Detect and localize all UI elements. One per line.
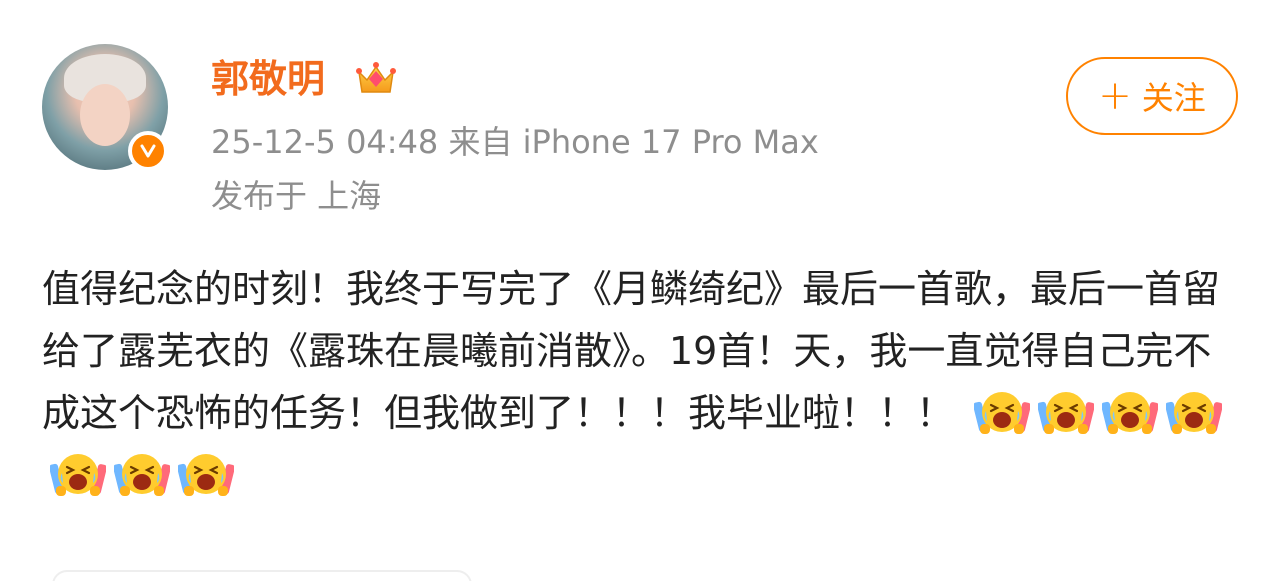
laughing-emoji-icon xyxy=(1038,392,1095,434)
username[interactable]: 郭敬明 xyxy=(211,56,325,102)
laughing-emoji-icon xyxy=(178,454,234,496)
follow-label: 关注 xyxy=(1141,79,1206,117)
post-content: 值得纪念的时刻！我终于写完了《月鳞绮纪》最后一首歌，最后一首留给了露芜衣的《露珠… xyxy=(42,258,1242,506)
laughing-emoji-icon xyxy=(1166,392,1223,434)
avatar-face xyxy=(80,84,130,146)
laughing-emoji-icon xyxy=(50,454,106,496)
laughing-emoji-icon xyxy=(974,392,1031,434)
laughing-emoji-icon xyxy=(114,454,170,496)
weibo-post: 郭敬明 25-12-5 04:48 来自 iPhone 17 Pro Max 发… xyxy=(0,0,1283,581)
v-mark-icon xyxy=(140,144,156,158)
post-location: 发布于 上海 xyxy=(211,177,382,215)
follow-button[interactable]: + 关注 xyxy=(1066,57,1238,135)
bottom-card-edge xyxy=(52,570,472,581)
verified-badge-icon xyxy=(128,131,168,171)
laughing-emoji-icon xyxy=(1102,392,1159,434)
crown-icon xyxy=(356,62,396,93)
post-meta: 25-12-5 04:48 来自 iPhone 17 Pro Max xyxy=(211,123,819,161)
plus-icon: + xyxy=(1098,73,1132,119)
